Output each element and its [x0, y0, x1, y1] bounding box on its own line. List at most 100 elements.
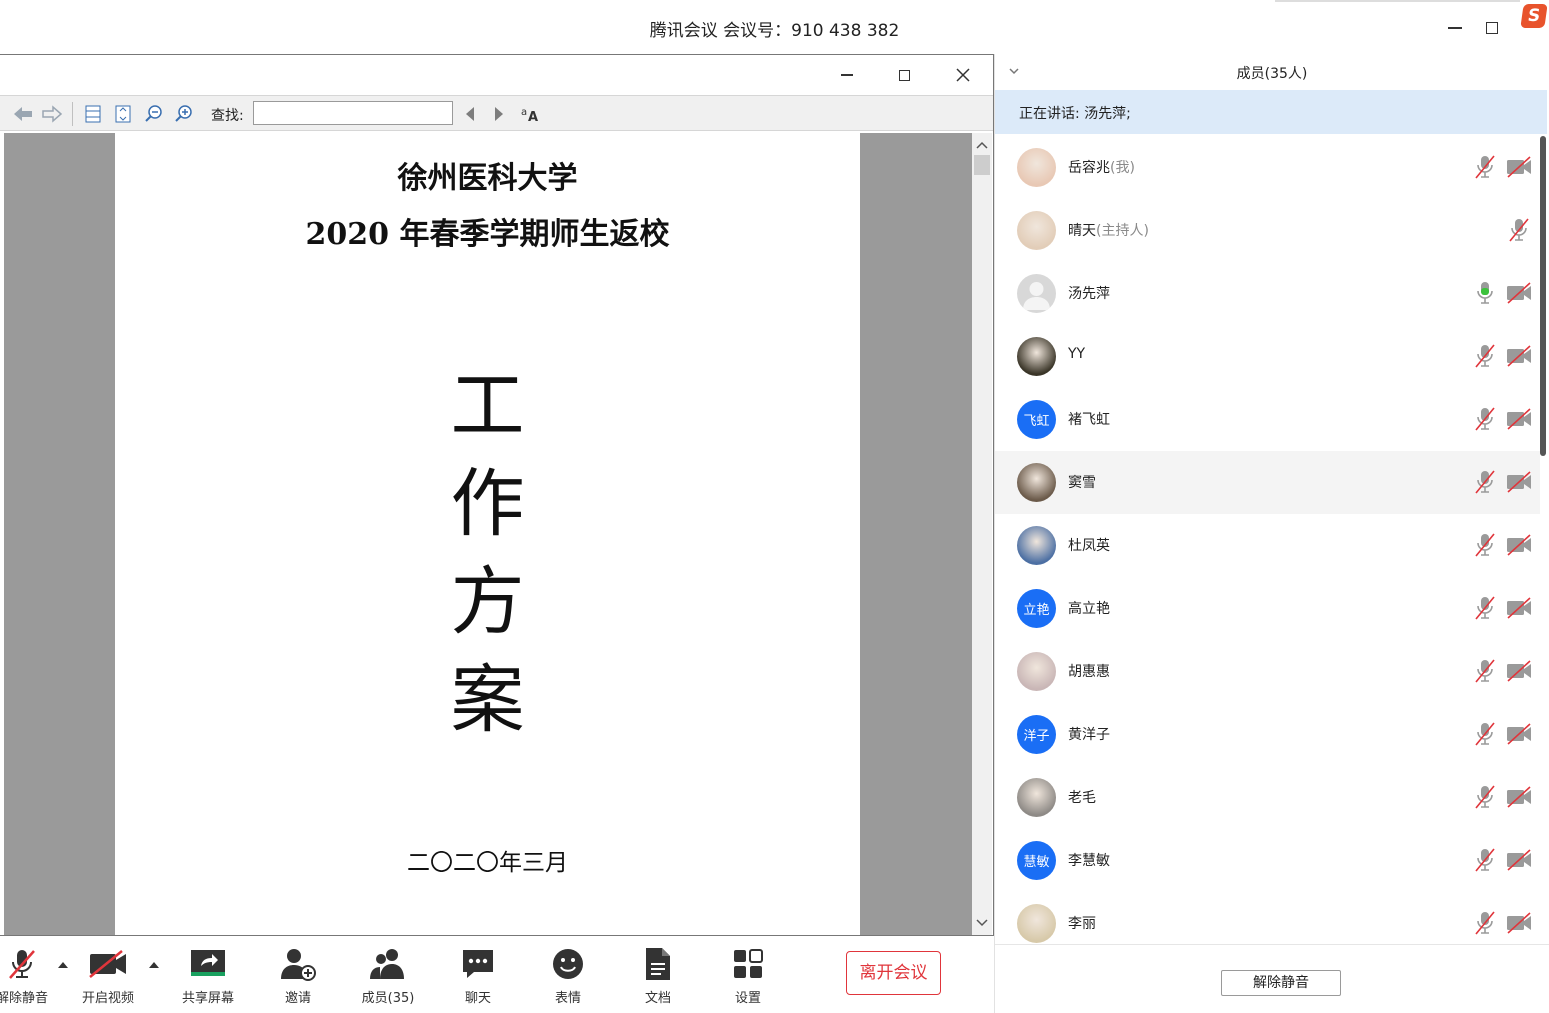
member-row[interactable]: 立艳 高立艳 [995, 577, 1540, 640]
camera-off-icon[interactable] [1505, 534, 1533, 556]
member-role-tag: (主持人) [1096, 223, 1149, 239]
avatar: 立艳 [1017, 589, 1056, 628]
chat-icon [438, 946, 518, 982]
sogou-ime-logo[interactable]: S [1520, 4, 1548, 28]
document-button[interactable]: 文档 [618, 936, 698, 1013]
avatar [1017, 778, 1056, 817]
mic-muted-icon[interactable] [1473, 784, 1497, 810]
camera-off-icon[interactable] [1505, 660, 1533, 682]
doc-title-subtitle: 2020 年春季学期师生返校 [305, 217, 670, 252]
member-row[interactable]: 老毛 [995, 766, 1540, 829]
viewer-minimize-button[interactable] [835, 63, 859, 87]
member-name: 岳容兆(我) [1068, 157, 1135, 177]
camera-off-icon[interactable] [1505, 786, 1533, 808]
zoom-out-icon [145, 105, 162, 122]
avatar [1017, 274, 1056, 313]
find-next-button[interactable] [487, 102, 511, 126]
camera-off-icon[interactable] [1505, 849, 1533, 871]
document-scrollbar[interactable] [972, 133, 992, 935]
member-list[interactable]: 岳容兆(我) 晴天(主持人) 汤先萍 YY 飞虹 褚飞虹 窦雪杜凤英立艳 高立艳胡惠惠洋子 黄洋… [995, 136, 1540, 944]
member-row[interactable]: 飞虹 褚飞虹 [995, 388, 1540, 451]
member-name: 杜凤英 [1068, 535, 1110, 555]
mic-active-icon[interactable] [1473, 280, 1497, 306]
mic-muted-icon [0, 946, 62, 982]
member-name: 晴天(主持人) [1068, 220, 1149, 240]
fit-width-icon [85, 105, 101, 123]
camera-off-icon[interactable] [1505, 408, 1533, 430]
viewer-close-button[interactable] [951, 63, 975, 87]
document-canvas[interactable]: 徐州医科大学 2020 年春季学期师生返校 工 作 方 案 二〇二〇年三月 [4, 133, 972, 935]
camera-off-icon[interactable] [1505, 597, 1533, 619]
mic-muted-icon[interactable] [1473, 721, 1497, 747]
viewer-maximize-button[interactable] [892, 63, 916, 87]
fit-page-button[interactable] [111, 102, 135, 126]
member-row[interactable]: 晴天(主持人) [995, 199, 1540, 262]
mic-muted-icon[interactable] [1473, 910, 1497, 936]
member-list-scrollbar[interactable] [1540, 136, 1546, 456]
invite-label: 邀请 [284, 991, 311, 1006]
match-case-button[interactable]: aA [518, 102, 542, 126]
match-case-icon: aA [521, 107, 538, 124]
member-row[interactable]: 洋子 黄洋子 [995, 703, 1540, 766]
forward-button[interactable] [40, 102, 64, 126]
find-previous-button[interactable] [458, 102, 482, 126]
scroll-thumb[interactable] [974, 155, 990, 175]
emoji-button[interactable]: 表情 [528, 936, 608, 1013]
member-row[interactable]: 汤先萍 [995, 262, 1540, 325]
member-row[interactable]: 李丽 [995, 892, 1540, 944]
leave-meeting-button[interactable]: 离开会议 [846, 951, 941, 995]
member-row[interactable]: 胡惠惠 [995, 640, 1540, 703]
members-button[interactable]: 成员(35) [348, 936, 428, 1013]
member-row[interactable]: YY [995, 325, 1540, 388]
start-video-button[interactable]: 开启视频 [68, 936, 148, 1013]
back-button[interactable] [11, 102, 35, 126]
mic-muted-icon[interactable] [1473, 658, 1497, 684]
camera-off-icon[interactable] [1505, 282, 1533, 304]
camera-off-icon[interactable] [1505, 723, 1533, 745]
minimize-button[interactable] [1441, 14, 1469, 42]
member-name-text: 老毛 [1068, 790, 1096, 806]
member-name-text: 高立艳 [1068, 601, 1110, 617]
camera-off-icon[interactable] [1505, 345, 1533, 367]
find-label: 查找: [211, 108, 244, 124]
doc-big-char: 作 [450, 461, 525, 547]
share-screen-icon [168, 946, 248, 982]
fit-width-button[interactable] [81, 102, 105, 126]
mic-muted-icon[interactable] [1507, 217, 1531, 243]
members-icon [348, 946, 428, 982]
camera-off-icon[interactable] [1505, 912, 1533, 934]
chat-button[interactable]: 聊天 [438, 936, 518, 1013]
zoom-in-button[interactable] [172, 102, 196, 126]
camera-off-icon[interactable] [1505, 156, 1533, 178]
avatar: 慧敏 [1017, 841, 1056, 880]
invite-button[interactable]: 邀请 [258, 936, 338, 1013]
mic-muted-icon[interactable] [1473, 595, 1497, 621]
emoji-icon [528, 946, 608, 982]
maximize-button[interactable] [1478, 14, 1506, 42]
mic-muted-icon[interactable] [1473, 406, 1497, 432]
settings-button[interactable]: 设置 [708, 936, 788, 1013]
find-input[interactable] [253, 101, 453, 125]
avatar: 飞虹 [1017, 400, 1056, 439]
member-row[interactable]: 窦雪 [995, 451, 1540, 514]
mic-muted-icon[interactable] [1473, 154, 1497, 180]
camera-off-icon[interactable] [1505, 471, 1533, 493]
unmute-all-button[interactable]: 解除静音 [1221, 970, 1341, 996]
member-name-text: 胡惠惠 [1068, 664, 1110, 680]
video-options-caret[interactable] [147, 958, 161, 972]
mic-muted-icon[interactable] [1473, 343, 1497, 369]
scroll-down-button[interactable] [972, 913, 992, 933]
member-row[interactable]: 岳容兆(我) [995, 136, 1540, 199]
unmute-button[interactable]: 解除静音 [0, 936, 62, 1013]
scroll-up-button[interactable] [972, 135, 992, 155]
mic-muted-icon[interactable] [1473, 532, 1497, 558]
member-row[interactable]: 杜凤英 [995, 514, 1540, 577]
unmute-label: 解除静音 [0, 991, 48, 1006]
member-row[interactable]: 慧敏 李慧敏 [995, 829, 1540, 892]
mic-muted-icon[interactable] [1473, 469, 1497, 495]
share-screen-button[interactable]: 共享屏幕 [168, 936, 248, 1013]
chat-label: 聊天 [464, 991, 491, 1006]
zoom-out-button[interactable] [142, 102, 166, 126]
mic-muted-icon[interactable] [1473, 847, 1497, 873]
settings-icon [708, 946, 788, 982]
